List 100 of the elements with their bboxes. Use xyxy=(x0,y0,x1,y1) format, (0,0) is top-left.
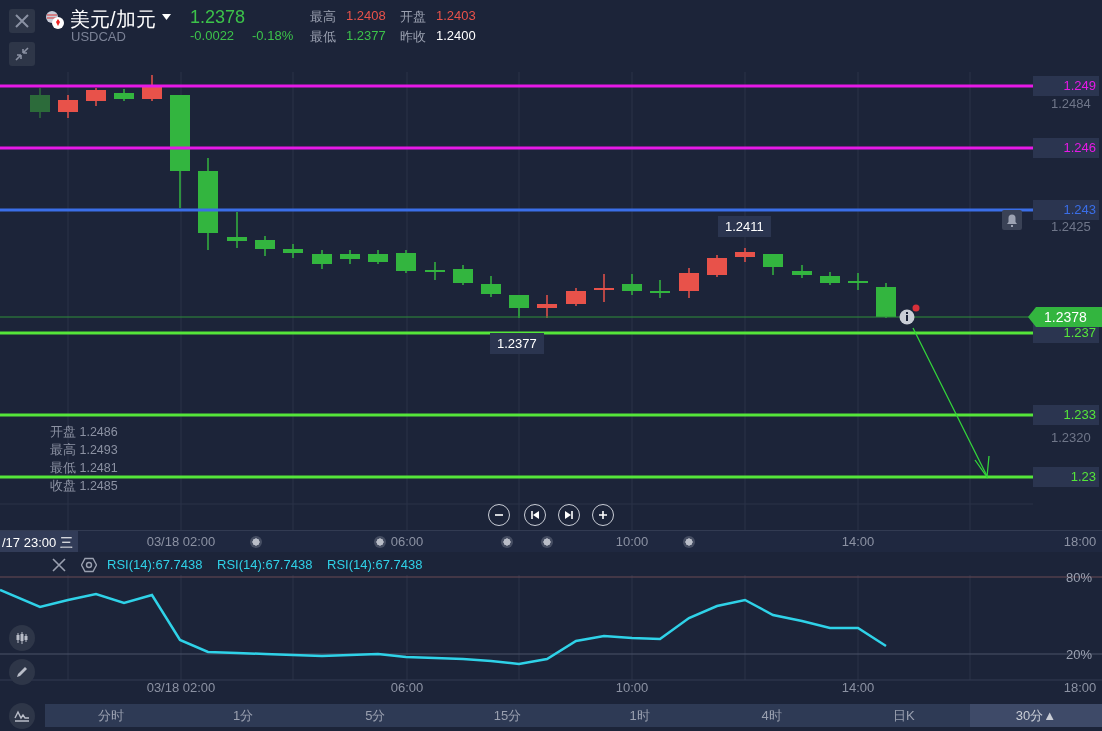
time-axis-label: 14:00 xyxy=(841,534,875,549)
time-axis-label: 14:00 xyxy=(841,680,875,695)
time-axis-label: 06:00 xyxy=(390,680,424,695)
skip-forward-icon[interactable] xyxy=(564,510,574,520)
close-icon[interactable] xyxy=(14,13,30,29)
candlestick-tool-button[interactable] xyxy=(9,625,35,651)
zoom-in-button[interactable] xyxy=(592,504,614,526)
current-price-label: 1.2378 xyxy=(1044,309,1087,325)
ohlc-readout: 开盘 1.2486 xyxy=(50,424,118,441)
time-axis-label: 03/18 02:00 xyxy=(146,680,216,695)
skip-back-button[interactable] xyxy=(524,504,546,526)
current-price: 1.2378 xyxy=(190,7,246,28)
stat-label: 最高 xyxy=(310,8,336,26)
candle xyxy=(114,88,134,102)
candle xyxy=(763,253,783,276)
plus-icon[interactable] xyxy=(598,510,608,520)
pencil-tool-button[interactable] xyxy=(9,659,35,685)
period-tab[interactable]: 1时 xyxy=(573,704,706,727)
stat-value: 1.2377 xyxy=(346,28,386,43)
price-axis-label: 1.2320 xyxy=(1051,430,1091,445)
price-axis-label: 1.2484 xyxy=(1051,96,1091,111)
rsi-axis-label: 80% xyxy=(1065,570,1092,585)
arrow-drawing[interactable] xyxy=(912,327,990,479)
line-chart-icon[interactable] xyxy=(14,708,30,723)
settings-icon[interactable] xyxy=(81,557,97,573)
candle xyxy=(255,235,275,257)
candle xyxy=(340,249,360,265)
period-tab[interactable]: 分时 xyxy=(45,704,178,727)
stat-label: 昨收 xyxy=(400,28,426,46)
level-price-label: 1.249 xyxy=(1033,76,1099,96)
candle xyxy=(86,87,106,107)
candle xyxy=(707,254,727,278)
level-price-label: 1.246 xyxy=(1033,138,1099,158)
rsi-value-label: RSI(14):67.7438 xyxy=(327,557,423,572)
candle xyxy=(622,273,642,296)
candle xyxy=(650,279,670,299)
event-marker-icon[interactable] xyxy=(250,536,262,548)
marker-dot xyxy=(912,304,920,312)
candle xyxy=(848,272,868,291)
level-price-label: 1.233 xyxy=(1033,405,1099,425)
info-icon[interactable] xyxy=(899,309,915,325)
candle xyxy=(58,94,78,119)
period-tab[interactable]: 日K xyxy=(837,704,970,727)
candle xyxy=(820,271,840,286)
candle xyxy=(425,261,445,281)
candle xyxy=(679,267,699,299)
candle xyxy=(453,264,473,286)
candle xyxy=(142,74,162,102)
time-axis-label: 03/18 02:00 xyxy=(146,534,216,549)
candle xyxy=(509,294,529,319)
flag-icon xyxy=(45,10,65,30)
event-marker-icon[interactable] xyxy=(683,536,695,548)
event-marker-icon[interactable] xyxy=(374,536,386,548)
event-marker-icon[interactable] xyxy=(541,536,553,548)
price-axis-label: 1.2425 xyxy=(1051,219,1091,234)
ohlc-readout: 最低 1.2481 xyxy=(50,460,118,477)
collapse-icon[interactable] xyxy=(14,46,30,62)
stat-label: 最低 xyxy=(310,28,336,46)
candle xyxy=(594,273,614,303)
candle xyxy=(566,287,586,307)
zoom-out-button[interactable] xyxy=(488,504,510,526)
candle xyxy=(481,275,501,298)
period-tab[interactable]: 1分 xyxy=(177,704,310,727)
high-price-marker: 1.2411 xyxy=(718,216,771,237)
candle xyxy=(283,243,303,259)
bell-icon[interactable] xyxy=(1002,210,1022,230)
ohlc-readout: 最高 1.2493 xyxy=(50,442,118,459)
period-tab[interactable]: 15分 xyxy=(441,704,574,727)
low-price-marker: 1.2377 xyxy=(490,333,544,354)
ohlc-readout: 收盘 1.2485 xyxy=(50,478,118,495)
skip-forward-button[interactable] xyxy=(558,504,580,526)
collapse-button[interactable] xyxy=(9,42,35,66)
level-line[interactable] xyxy=(0,331,1033,335)
indicator-tool-button[interactable] xyxy=(9,702,35,729)
rsi-axis-label: 20% xyxy=(1065,647,1092,662)
candle xyxy=(876,282,896,319)
time-axis-label: 10:00 xyxy=(615,534,649,549)
caret-icon[interactable] xyxy=(162,14,171,20)
period-tab[interactable]: 5分 xyxy=(309,704,442,727)
candlestick-icon[interactable] xyxy=(15,631,29,645)
time-axis-label: 10:00 xyxy=(615,680,649,695)
time-axis-label: 18:00 xyxy=(1063,534,1097,549)
stat-label: 开盘 xyxy=(400,8,426,26)
rsi-value-label: RSI(14):67.7438 xyxy=(107,557,203,572)
close-button[interactable] xyxy=(9,9,35,33)
period-tab[interactable]: 30分▲ xyxy=(969,704,1102,727)
stat-value: 1.2400 xyxy=(436,28,476,43)
currency-pair: 美元/加元 xyxy=(70,7,156,32)
pencil-icon[interactable] xyxy=(15,665,29,679)
candle xyxy=(312,249,332,270)
candle xyxy=(792,264,812,279)
time-axis-label: 18:00 xyxy=(1063,680,1097,695)
skip-back-icon[interactable] xyxy=(530,510,540,520)
event-marker-icon[interactable] xyxy=(501,536,513,548)
period-tab[interactable]: 4时 xyxy=(705,704,838,727)
candle xyxy=(537,294,557,319)
stat-value: 1.2403 xyxy=(436,8,476,23)
time-axis-label: 06:00 xyxy=(390,534,424,549)
close-icon[interactable] xyxy=(52,558,66,572)
rsi-value-label: RSI(14):67.7438 xyxy=(217,557,313,572)
